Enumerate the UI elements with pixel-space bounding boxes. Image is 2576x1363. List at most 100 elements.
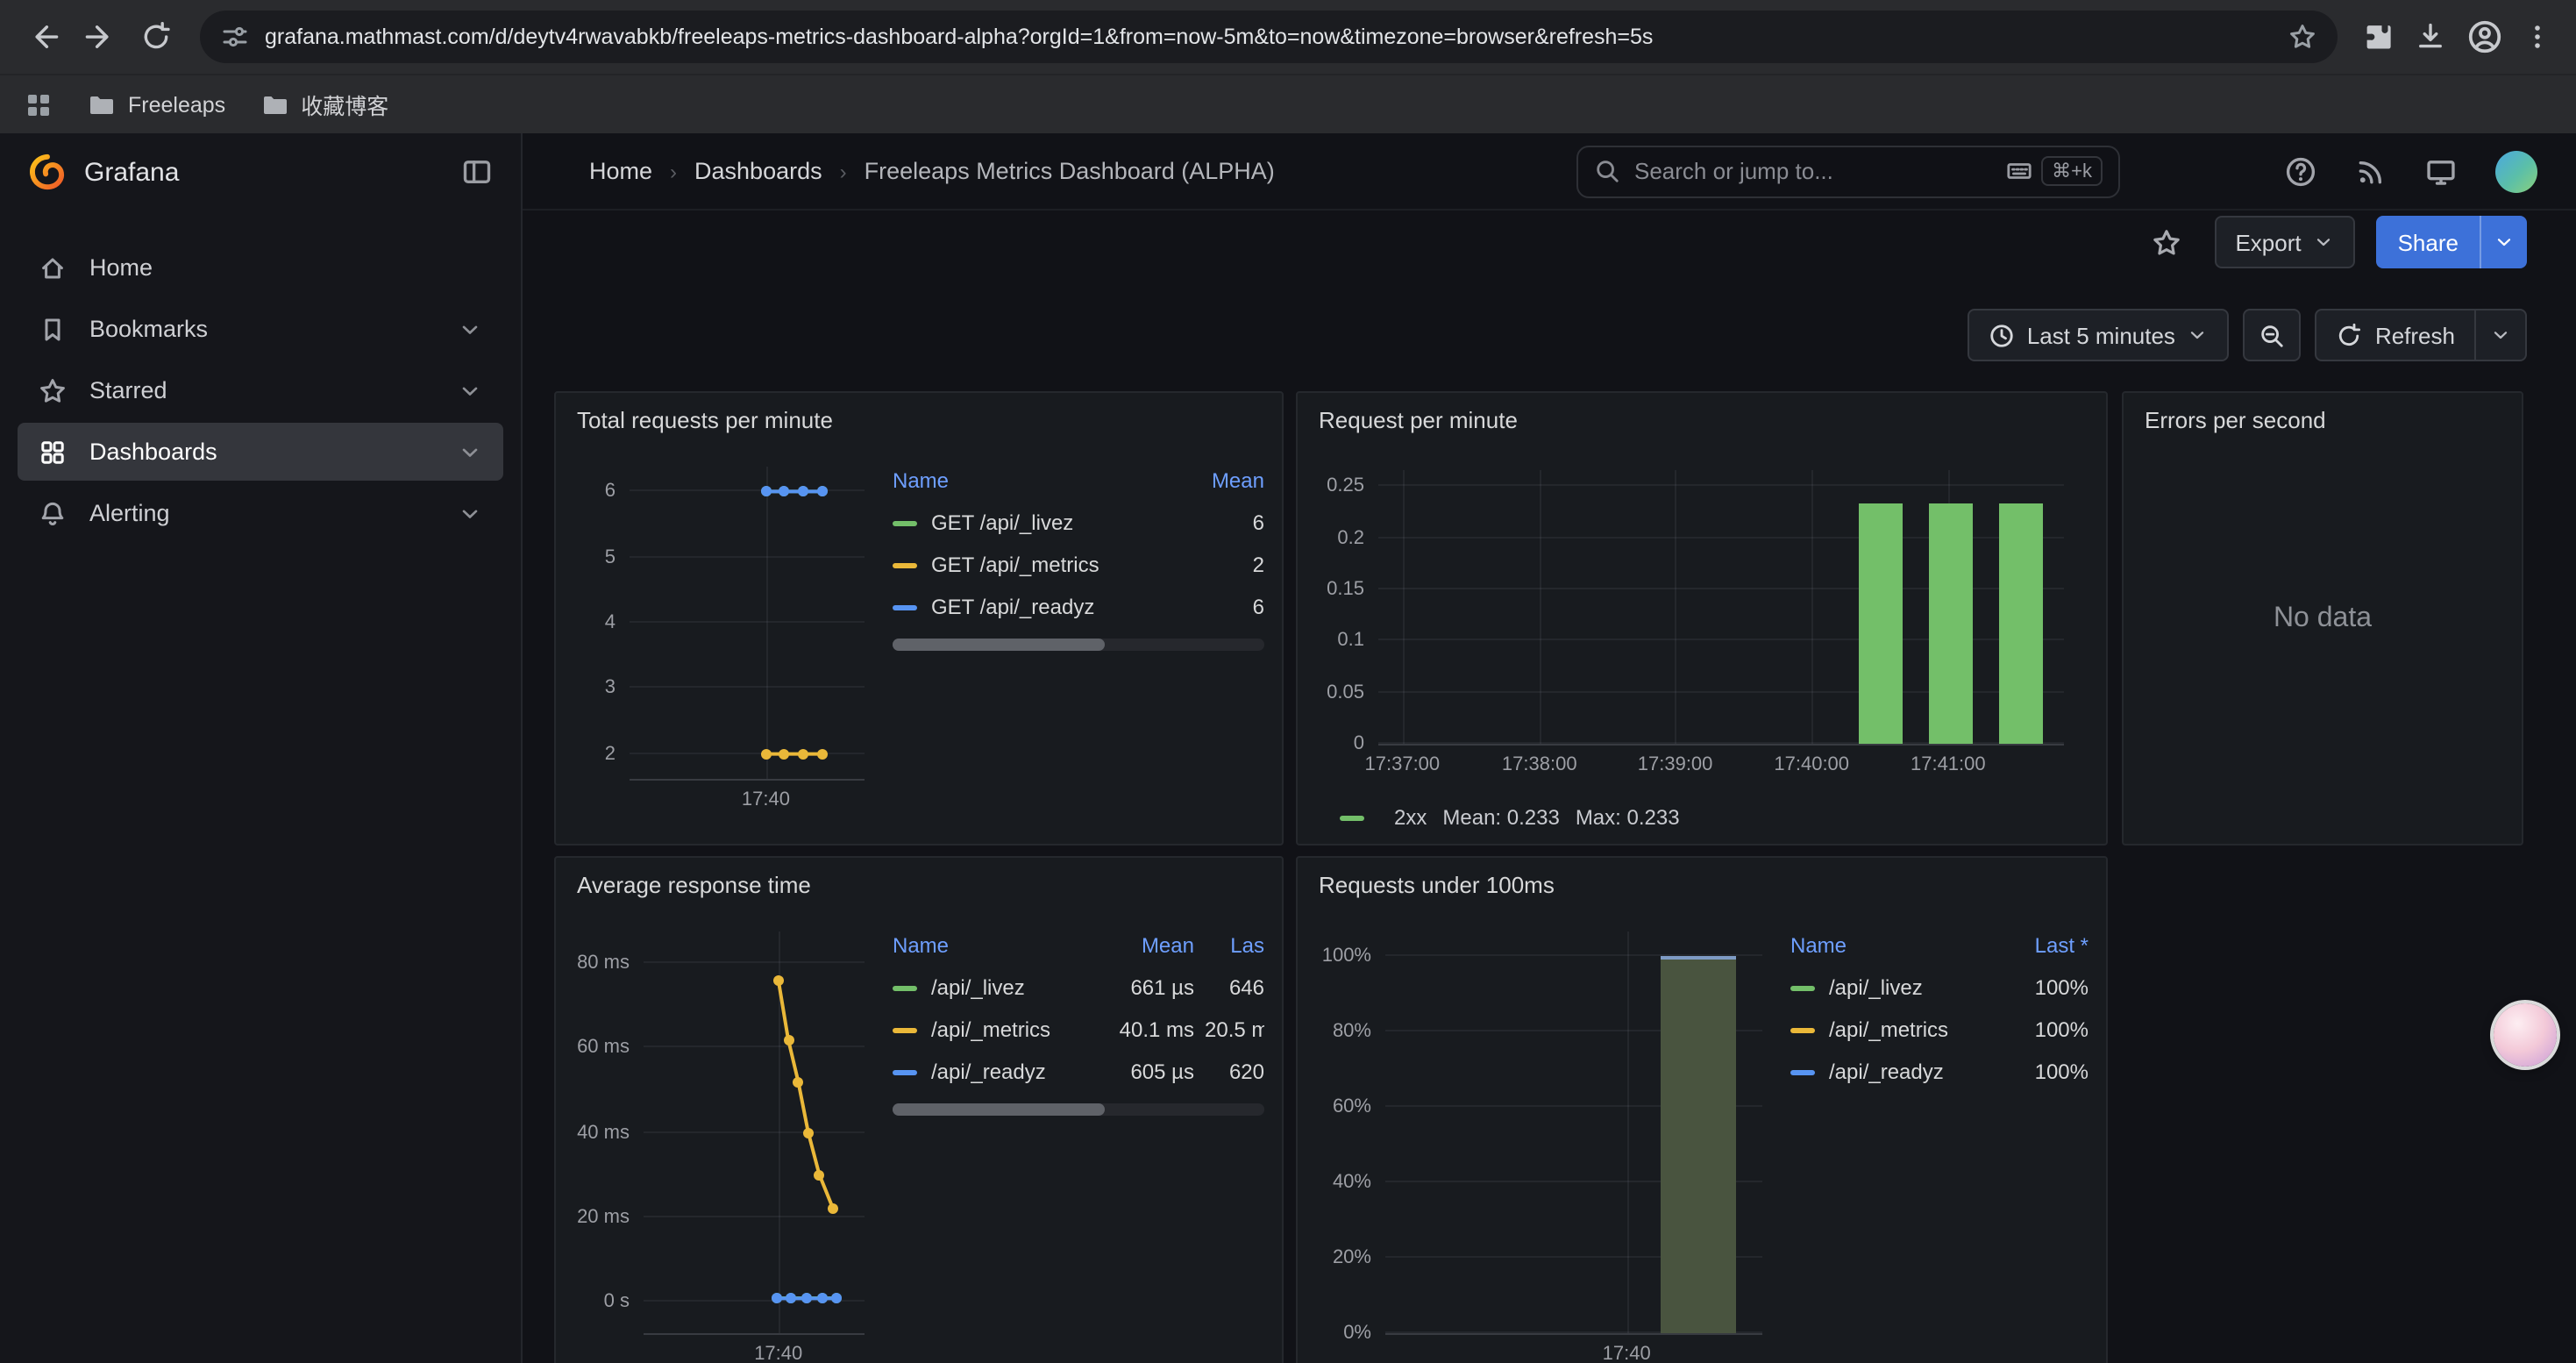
breadcrumb-dashboards[interactable]: Dashboards bbox=[694, 158, 822, 184]
sidebar-item-home[interactable]: Home bbox=[18, 239, 503, 296]
help-icon[interactable] bbox=[2285, 155, 2316, 187]
legend-row[interactable]: GET /api/_livez 6 bbox=[893, 502, 1264, 544]
series-color-swatch bbox=[893, 562, 917, 567]
grafana-logo[interactable] bbox=[28, 153, 67, 191]
share-menu-button[interactable] bbox=[2480, 216, 2527, 268]
average-response-time-chart[interactable]: 80 ms60 ms40 ms20 ms0 s17:40 bbox=[644, 931, 865, 1335]
apps-grid-icon[interactable] bbox=[25, 90, 53, 118]
y-axis-label: 0% bbox=[1315, 1323, 1371, 1345]
bookmark-folder-freeleaps[interactable]: Freeleaps bbox=[88, 90, 225, 118]
legend-header-name[interactable]: Name bbox=[1790, 933, 1997, 958]
legend-table: Name Mean GET /api/_livez 6 GET /api/_me… bbox=[893, 446, 1264, 830]
no-data-message: No data bbox=[2124, 393, 2522, 844]
requests-under-100ms-chart[interactable]: 100%80%60%40%20%0%17:40 bbox=[1385, 931, 1762, 1335]
series-lines bbox=[644, 931, 865, 1333]
back-button[interactable] bbox=[18, 11, 70, 63]
collapse-sidebar-icon[interactable] bbox=[461, 156, 493, 188]
grafana-header: Home › Dashboards › Freeleaps Metrics Da… bbox=[523, 133, 2576, 211]
legend-header-last[interactable]: Last * bbox=[2008, 933, 2089, 958]
browser-menu-icon[interactable] bbox=[2523, 23, 2551, 51]
chevron-down-icon bbox=[458, 378, 482, 403]
dashboards-icon bbox=[39, 438, 67, 466]
arrow-right-icon bbox=[84, 21, 116, 53]
time-range-picker[interactable]: Last 5 minutes bbox=[1968, 309, 2230, 361]
browser-toolbar: grafana.mathmast.com/d/deytv4rwavabkb/fr… bbox=[0, 0, 2576, 74]
floating-avatar-extension[interactable] bbox=[2494, 1003, 2557, 1067]
site-settings-icon[interactable] bbox=[221, 23, 249, 51]
search-input[interactable]: Search or jump to... ⌘+k bbox=[1576, 145, 2120, 197]
panel-title[interactable]: Total requests per minute bbox=[556, 393, 1282, 446]
legend-row[interactable]: /api/_metrics 100% bbox=[1790, 1009, 2089, 1051]
downloads-icon[interactable] bbox=[2415, 21, 2446, 53]
reload-icon bbox=[140, 21, 172, 53]
scrollbar-thumb[interactable] bbox=[893, 639, 1105, 651]
bell-icon bbox=[39, 499, 67, 527]
v-gridline bbox=[1626, 931, 1628, 1333]
legend-row[interactable]: GET /api/_readyz 6 bbox=[893, 586, 1264, 628]
panel-title[interactable]: Average response time bbox=[556, 858, 1282, 910]
legend-header-mean[interactable]: Mean bbox=[1184, 468, 1264, 493]
chart-bar bbox=[1859, 504, 1903, 744]
url-text[interactable]: grafana.mathmast.com/d/deytv4rwavabkb/fr… bbox=[265, 25, 2273, 49]
v-gridline bbox=[1402, 470, 1404, 744]
legend-header-mean[interactable]: Mean bbox=[1089, 933, 1194, 958]
news-rss-icon[interactable] bbox=[2355, 155, 2387, 187]
search-shortcut: ⌘+k bbox=[2006, 156, 2103, 186]
sidebar-item-label: Bookmarks bbox=[89, 316, 208, 342]
refresh-interval-button[interactable] bbox=[2474, 310, 2525, 360]
bookmark-folder-blogs[interactable]: 收藏博客 bbox=[260, 88, 388, 121]
toolbar-actions bbox=[2355, 19, 2558, 54]
legend-scrollbar[interactable] bbox=[893, 1103, 1264, 1116]
legend-header-name[interactable]: Name bbox=[893, 933, 1078, 958]
legend-scrollbar[interactable] bbox=[893, 639, 1264, 651]
legend[interactable]: 2xx Mean: 0.233 Max: 0.233 bbox=[1340, 805, 1680, 830]
chevron-down-icon bbox=[2314, 232, 2335, 253]
h-gridline bbox=[1378, 485, 2064, 487]
legend-header-last[interactable]: Las bbox=[1205, 933, 1264, 958]
dashboard-canvas: Export Share Last 5 minutes bbox=[523, 211, 2576, 1363]
y-axis-label: 0.2 bbox=[1308, 527, 1364, 550]
breadcrumb-home[interactable]: Home bbox=[589, 158, 652, 184]
breadcrumb-current: Freeleaps Metrics Dashboard (ALPHA) bbox=[865, 158, 1275, 184]
extensions-icon[interactable] bbox=[2362, 21, 2394, 53]
x-axis-label: 17:40:00 bbox=[1774, 754, 1849, 775]
reload-button[interactable] bbox=[130, 11, 182, 63]
user-avatar[interactable] bbox=[2495, 150, 2537, 192]
legend-header-name[interactable]: Name bbox=[893, 468, 1173, 493]
y-axis-label: 0.25 bbox=[1308, 476, 1364, 499]
series-color-swatch bbox=[1790, 1069, 1815, 1074]
panel-title[interactable]: Requests under 100ms bbox=[1298, 858, 2106, 910]
dashboard-toolbar: Export Share bbox=[2140, 216, 2527, 268]
legend-row[interactable]: /api/_readyz 605 µs 620 bbox=[893, 1051, 1264, 1093]
legend-row[interactable]: /api/_readyz 100% bbox=[1790, 1051, 2089, 1093]
sidebar-item-bookmarks[interactable]: Bookmarks bbox=[18, 300, 503, 358]
refresh-button[interactable]: Refresh bbox=[2316, 309, 2527, 361]
legend-row[interactable]: /api/_livez 661 µs 646 bbox=[893, 967, 1264, 1009]
zoom-out-button[interactable] bbox=[2244, 309, 2302, 361]
scrollbar-thumb[interactable] bbox=[893, 1103, 1105, 1116]
panel-title[interactable]: Request per minute bbox=[1298, 393, 2106, 446]
legend-series-label[interactable]: 2xx bbox=[1394, 805, 1427, 830]
brand-name: Grafana bbox=[84, 157, 179, 187]
forward-button[interactable] bbox=[74, 11, 126, 63]
favorite-star-button[interactable] bbox=[2140, 216, 2193, 268]
share-button[interactable]: Share bbox=[2377, 216, 2527, 268]
x-axis-label: 17:38:00 bbox=[1502, 754, 1577, 775]
total-requests-chart[interactable]: 6543217:40 bbox=[630, 467, 865, 781]
sidebar-item-starred[interactable]: Starred bbox=[18, 361, 503, 419]
series-point bbox=[783, 1034, 793, 1045]
x-axis-label: 17:40 bbox=[754, 1344, 802, 1363]
export-button[interactable]: Export bbox=[2214, 216, 2355, 268]
v-gridline bbox=[1540, 470, 1541, 744]
request-per-minute-chart[interactable]: 0.250.20.150.10.05017:37:0017:38:0017:39… bbox=[1378, 470, 2064, 746]
profile-icon[interactable] bbox=[2467, 19, 2502, 54]
legend-row[interactable]: /api/_livez 100% bbox=[1790, 967, 2089, 1009]
legend-row[interactable]: GET /api/_metrics 2 bbox=[893, 544, 1264, 586]
url-bar[interactable]: grafana.mathmast.com/d/deytv4rwavabkb/fr… bbox=[200, 11, 2338, 63]
sidebar-item-dashboards[interactable]: Dashboards bbox=[18, 423, 503, 481]
legend-table: Name Last * /api/_livez 100% /api/_metri… bbox=[1790, 910, 2089, 1363]
bookmark-star-icon[interactable] bbox=[2288, 23, 2316, 51]
monitor-icon[interactable] bbox=[2425, 155, 2457, 187]
legend-row[interactable]: /api/_metrics 40.1 ms 20.5 m bbox=[893, 1009, 1264, 1051]
sidebar-item-alerting[interactable]: Alerting bbox=[18, 484, 503, 542]
